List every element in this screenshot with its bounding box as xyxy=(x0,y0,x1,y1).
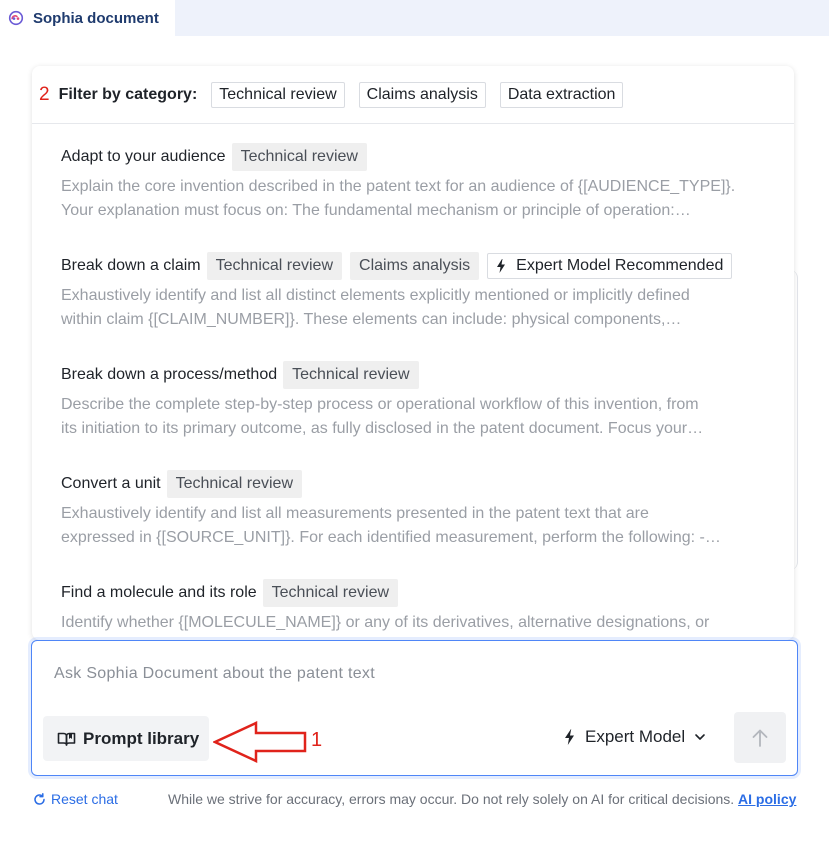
category-tag: Claims analysis xyxy=(350,252,480,280)
disclaimer-text: While we strive for accuracy, errors may… xyxy=(168,791,796,807)
expert-model-badge: Expert Model Recommended xyxy=(487,253,733,279)
prompt-description: Describe the complete step-by-step proce… xyxy=(61,393,776,441)
prompt-title: Break down a process/method xyxy=(61,366,278,383)
chat-composer: Prompt library Expert Model xyxy=(31,640,798,776)
prompt-description-line: Exhaustively identify and list all disti… xyxy=(61,287,690,304)
category-tag: Technical review xyxy=(166,470,302,498)
ai-policy-link[interactable]: AI policy xyxy=(738,791,796,807)
reset-chat-label: Reset chat xyxy=(51,791,118,807)
disclaimer-message: While we strive for accuracy, errors may… xyxy=(168,791,735,807)
prompt-description-line: its initiation to its primary outcome, a… xyxy=(61,420,704,437)
filter-chip-technical-review[interactable]: Technical review xyxy=(211,81,345,108)
prompt-description: Exhaustively identify and list all disti… xyxy=(61,284,776,332)
prompt-item-find-molecule[interactable]: Find a molecule and its role Technical r… xyxy=(61,577,776,635)
prompt-item-convert-unit[interactable]: Convert a unit Technical review Exhausti… xyxy=(61,468,776,550)
app-title: Sophia document xyxy=(33,9,159,27)
prompt-title: Find a molecule and its role xyxy=(61,584,257,601)
annotation-step-2: 2 xyxy=(39,83,50,105)
prompt-description: Identify whether {[MOLECULE_NAME]} or an… xyxy=(61,611,776,635)
filter-chip-data-extraction[interactable]: Data extraction xyxy=(499,81,624,108)
app-tab[interactable]: Sophia document xyxy=(0,0,175,36)
category-tag: Technical review xyxy=(206,252,343,280)
prompt-description: Explain the core invention described in … xyxy=(61,175,776,223)
chevron-down-icon xyxy=(695,734,705,740)
refresh-icon xyxy=(34,792,45,805)
prompt-item-break-down-claim[interactable]: Break down a claim Technical review Clai… xyxy=(61,250,776,332)
prompt-library-label: Prompt library xyxy=(83,728,200,748)
prompt-title: Adapt to your audience xyxy=(61,148,226,165)
prompt-description: Exhaustively identify and list all measu… xyxy=(61,502,776,550)
prompt-description-line: within claim {[CLAIM_NUMBER]}. These ele… xyxy=(61,311,682,328)
filter-bar: 2 Filter by category: Technical review C… xyxy=(32,66,794,124)
filter-label: Filter by category: xyxy=(58,85,198,103)
filter-chip-claims-analysis[interactable]: Claims analysis xyxy=(358,81,486,108)
model-selector[interactable]: Expert Model xyxy=(564,727,706,747)
prompt-description-line: Describe the complete step-by-step proce… xyxy=(61,396,699,413)
category-tag: Technical review xyxy=(262,579,399,607)
expert-model-badge-label: Expert Model Recommended xyxy=(516,257,724,274)
lightning-icon xyxy=(497,259,506,273)
prompt-description-line: expressed in {[SOURCE_UNIT]}. For each i… xyxy=(61,529,721,546)
prompt-library-popover: 2 Filter by category: Technical review C… xyxy=(32,66,794,640)
prompt-item-adapt-audience[interactable]: Adapt to your audience Technical review … xyxy=(61,141,776,223)
prompt-list[interactable]: Adapt to your audience Technical review … xyxy=(32,124,794,640)
lightning-icon xyxy=(565,729,574,745)
sophia-logo-icon xyxy=(8,10,24,26)
arrow-up-icon xyxy=(752,729,768,747)
reset-chat-button[interactable]: Reset chat xyxy=(33,791,118,807)
prompt-item-break-down-process[interactable]: Break down a process/method Technical re… xyxy=(61,359,776,441)
category-tag: Technical review xyxy=(283,361,419,389)
prompt-title: Break down a claim xyxy=(61,257,201,274)
prompt-description-line: Identify whether {[MOLECULE_NAME]} or an… xyxy=(61,614,710,631)
annotation-arrow-icon xyxy=(213,721,307,763)
annotation-step-1: 1 xyxy=(311,729,323,751)
chat-input[interactable] xyxy=(54,665,754,683)
top-bar: Sophia document xyxy=(0,0,829,36)
prompt-description-line: Your explanation must focus on: The fund… xyxy=(61,202,691,219)
prompt-description-line: Exhaustively identify and list all measu… xyxy=(61,505,649,522)
book-icon xyxy=(57,732,76,746)
category-tag: Technical review xyxy=(231,143,367,171)
prompt-title: Convert a unit xyxy=(61,475,161,492)
send-button[interactable] xyxy=(734,712,786,763)
prompt-description-line: Explain the core invention described in … xyxy=(61,178,736,195)
model-selector-label: Expert Model xyxy=(585,727,686,746)
prompt-library-button[interactable]: Prompt library xyxy=(43,716,209,761)
